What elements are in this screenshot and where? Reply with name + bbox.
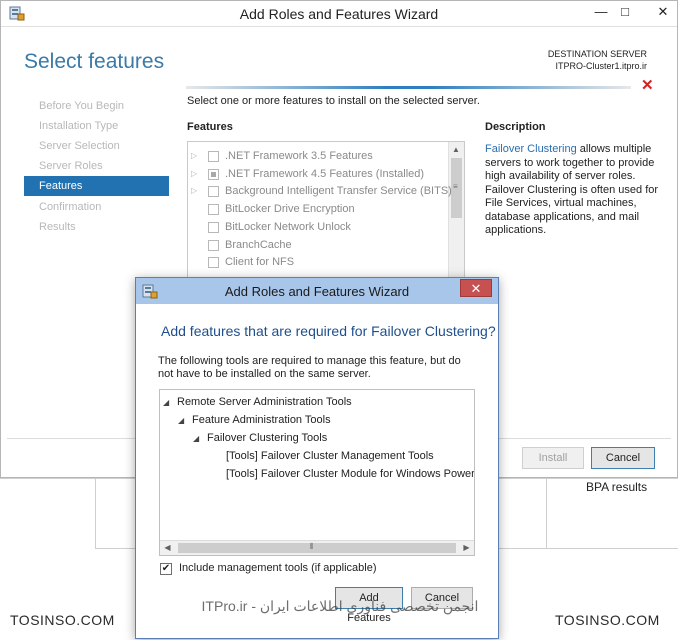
feature-label: BitLocker Drive Encryption xyxy=(225,203,355,215)
collapse-triangle-icon[interactable]: ◢ xyxy=(163,395,177,411)
include-tools-checkbox[interactable]: ✔ xyxy=(160,563,172,575)
feature-label: BranchCache xyxy=(225,239,292,251)
add-features-dialog: Add Roles and Features Wizard ✕ Add feat… xyxy=(135,277,499,639)
tree-item[interactable]: ◢ Feature Administration Tools xyxy=(178,412,331,428)
dialog-heading: Add features that are required for Failo… xyxy=(161,323,496,339)
watermark-center: انجمن تخصصی فناوری اطلاعات ایران - ITPro… xyxy=(201,598,479,614)
watermark-left: TOSINSO.COM xyxy=(10,612,115,628)
feature-row[interactable]: BitLocker Drive Encryption xyxy=(191,200,446,218)
feature-checkbox[interactable] xyxy=(208,151,219,162)
nav-server-selection[interactable]: Server Selection xyxy=(24,136,169,156)
watermark-right: TOSINSO.COM xyxy=(555,612,660,628)
feature-label: BitLocker Network Unlock xyxy=(225,221,351,233)
window-close-button[interactable]: ✕ xyxy=(651,3,675,21)
feature-label: Client for NFS xyxy=(225,256,295,268)
nav-server-roles[interactable]: Server Roles xyxy=(24,156,169,176)
grip-icon: ⦀ xyxy=(310,542,314,551)
scroll-up-icon[interactable]: ▲ xyxy=(452,145,460,154)
feature-checkbox[interactable] xyxy=(208,257,219,268)
feature-label: .NET Framework 4.5 Features (Installed) xyxy=(225,168,425,180)
tree-hscroll[interactable]: ◀ ⦀ ▶ xyxy=(160,540,474,555)
tree-item-label: Feature Administration Tools xyxy=(192,414,331,426)
include-tools-label[interactable]: Include management tools (if applicable) xyxy=(179,562,377,574)
tree-item-label: Failover Clustering Tools xyxy=(207,432,328,444)
feature-checkbox[interactable] xyxy=(208,169,219,180)
dialog-body-text: The following tools are required to mana… xyxy=(158,355,461,380)
nav-confirmation: Confirmation xyxy=(39,201,102,213)
features-vscroll[interactable]: ▲ ≡ xyxy=(448,142,464,290)
description-line: Failover Clustering is often used for xyxy=(485,183,659,196)
nav-results: Results xyxy=(39,221,76,233)
window-title: Add Roles and Features Wizard xyxy=(239,6,439,22)
collapse-triangle-icon[interactable]: ◢ xyxy=(193,431,207,447)
dialog-titlebar[interactable]: Add Roles and Features Wizard ✕ xyxy=(136,278,498,304)
scroll-left-icon[interactable]: ◀ xyxy=(160,541,175,555)
description-link[interactable]: Failover Clustering xyxy=(485,143,577,155)
expand-arrow-icon[interactable]: ▷ xyxy=(191,182,201,200)
expand-arrow-icon[interactable]: ▷ xyxy=(191,165,201,183)
description-line: servers to work together to provide xyxy=(485,156,655,169)
description-line: allows multiple xyxy=(576,143,652,155)
collapse-triangle-icon[interactable]: ◢ xyxy=(178,413,192,429)
tree-item-label: [Tools] Failover Cluster Module for Wind… xyxy=(226,468,475,480)
main-titlebar: Add Roles and Features Wizard — □ ✕ xyxy=(1,1,677,27)
feature-row[interactable]: BitLocker Network Unlock xyxy=(191,218,446,236)
description-line: applications. xyxy=(485,224,547,236)
maximize-button[interactable]: □ xyxy=(613,3,637,21)
feature-checkbox[interactable] xyxy=(208,186,219,197)
minimize-button[interactable]: — xyxy=(589,3,613,21)
description-heading: Description xyxy=(485,121,546,133)
scroll-thumb[interactable] xyxy=(178,543,456,553)
nav-before-you-begin[interactable]: Before You Begin xyxy=(24,96,169,116)
tree-item[interactable]: [Tools] Failover Cluster Management Tool… xyxy=(226,448,434,464)
nav-features[interactable]: Features xyxy=(24,176,169,196)
dialog-close-button[interactable]: ✕ xyxy=(460,279,492,297)
bpa-results-label[interactable]: BPA results xyxy=(586,480,647,494)
destination-server-label: DESTINATION SERVER xyxy=(547,49,647,59)
tree-item-label: [Tools] Failover Cluster Management Tool… xyxy=(226,450,434,462)
feature-checkbox[interactable] xyxy=(208,204,219,215)
feature-row[interactable]: ▷ .NET Framework 4.5 Features (Installed… xyxy=(191,165,446,183)
install-button[interactable]: Install xyxy=(522,447,584,469)
feature-row[interactable]: ▷ .NET Framework 3.5 Features xyxy=(191,147,446,165)
header-separator xyxy=(186,86,631,89)
grip-icon: ≡ xyxy=(453,182,458,191)
nav-installation-type[interactable]: Installation Type xyxy=(24,116,169,136)
feature-checkbox[interactable] xyxy=(208,240,219,251)
description-line: File Services, virtual machines, xyxy=(485,197,637,209)
expand-arrow-icon[interactable]: ▷ xyxy=(191,147,201,165)
feature-row[interactable]: Client for NFS xyxy=(191,253,446,271)
feature-checkbox[interactable] xyxy=(208,222,219,233)
tree-item-label: Remote Server Administration Tools xyxy=(177,396,352,408)
tree-item[interactable]: [Tools] Failover Cluster Module for Wind… xyxy=(226,466,475,482)
description-line: high availability of server roles. xyxy=(485,170,636,182)
error-x-icon: ✕ xyxy=(641,77,654,94)
tree-item[interactable]: ◢ Failover Clustering Tools xyxy=(193,430,327,446)
tree-item[interactable]: ◢ Remote Server Administration Tools xyxy=(163,394,352,410)
feature-row[interactable]: ▷ Background Intelligent Transfer Servic… xyxy=(191,182,452,200)
description-line: database applications, and mail xyxy=(485,210,640,223)
feature-row[interactable]: BranchCache xyxy=(191,236,446,254)
destination-server-name: ITPRO-Cluster1.itpro.ir xyxy=(555,61,647,71)
cancel-button[interactable]: Cancel xyxy=(591,447,655,469)
instruction-text: Select one or more features to install o… xyxy=(187,95,480,107)
feature-label: Background Intelligent Transfer Service … xyxy=(225,185,452,197)
background-panel xyxy=(95,479,135,549)
feature-label: .NET Framework 3.5 Features xyxy=(225,150,373,162)
page-title: Select features xyxy=(24,50,165,73)
description-text: Failover Clustering allows multiple serv… xyxy=(485,143,660,238)
background-panel xyxy=(498,479,546,549)
scroll-right-icon[interactable]: ▶ xyxy=(459,541,474,555)
features-heading: Features xyxy=(187,121,233,133)
dialog-title: Add Roles and Features Wizard xyxy=(224,284,410,299)
required-tools-tree: ◢ Remote Server Administration Tools ◢ Fea… xyxy=(159,389,475,556)
